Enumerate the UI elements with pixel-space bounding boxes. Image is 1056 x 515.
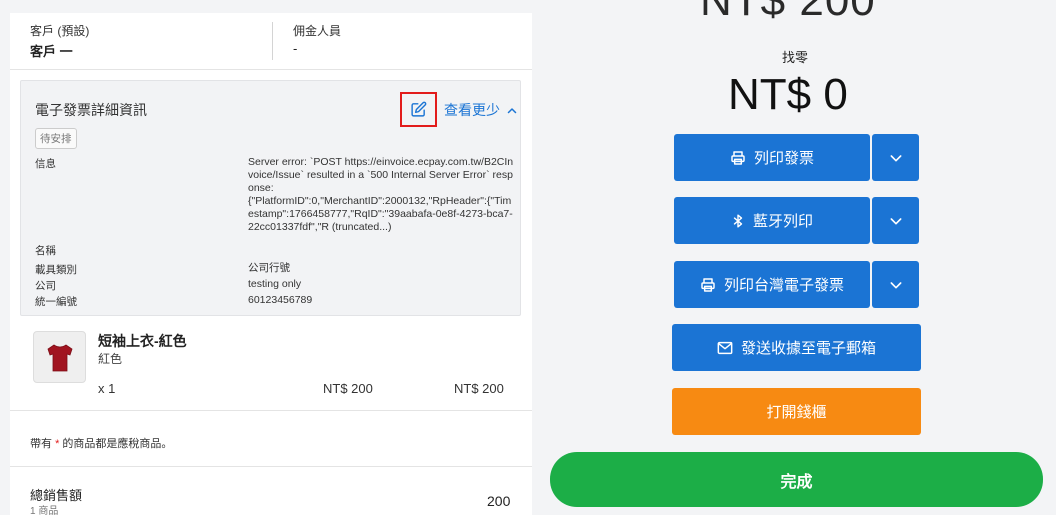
print-receipt-label: 列印發票	[753, 150, 814, 167]
product-variant: 紅色	[98, 352, 123, 366]
einvoice-details-card: 電子發票詳細資訊 查看更少 待安排 信息 Server error: `POST…	[20, 80, 521, 316]
product-thumbnail	[33, 331, 86, 383]
status-badge: 待安排	[35, 128, 77, 149]
print-tw-einvoice-button[interactable]: 列印台灣電子發票	[674, 261, 870, 308]
info-label: 信息	[35, 158, 56, 170]
printer-icon	[700, 277, 716, 293]
total-sales-value: 200	[487, 493, 511, 509]
divider	[10, 69, 532, 70]
show-less-label: 查看更少	[444, 102, 500, 118]
product-name: 短袖上衣-紅色	[98, 333, 187, 349]
item-count: 1 商品	[30, 506, 59, 515]
divider	[10, 410, 532, 411]
mail-icon	[717, 341, 733, 355]
print-tw-einvoice-options-button[interactable]	[872, 261, 919, 308]
email-receipt-label: 發送收據至電子郵箱	[740, 340, 876, 357]
divider	[272, 22, 273, 60]
staff-label: 佣金人員	[293, 24, 342, 38]
staff-value: -	[293, 41, 298, 56]
product-unit-price: NT$ 200	[323, 381, 373, 396]
bluetooth-print-options-button[interactable]	[872, 197, 919, 244]
carrier-type-label: 載具類別	[35, 264, 77, 276]
chevron-down-icon	[890, 154, 901, 161]
einvoice-title: 電子發票詳細資訊	[35, 102, 147, 118]
customer-section: 客戶 (預設) 客戶 一 佣金人員 -	[10, 13, 532, 69]
name-label: 名稱	[35, 245, 56, 257]
customer-block[interactable]: 客戶 (預設) 客戶 一	[30, 22, 89, 60]
paid-amount: NT$ 200	[700, 0, 876, 25]
staff-block[interactable]: 佣金人員 -	[293, 22, 341, 56]
tax-note-suffix: 的商品都是應稅商品。	[59, 438, 173, 450]
company-value: testing only	[248, 278, 302, 290]
print-receipt-button[interactable]: 列印發票	[674, 134, 870, 181]
bluetooth-print-label: 藍牙列印	[752, 213, 813, 230]
tshirt-icon	[47, 344, 73, 372]
printer-icon	[730, 150, 746, 166]
product-line-total: NT$ 200	[454, 381, 504, 396]
bluetooth-print-button[interactable]: 藍牙列印	[674, 197, 870, 244]
change-label: 找零	[782, 50, 809, 65]
divider	[10, 466, 532, 467]
chevron-down-icon	[890, 281, 901, 288]
tax-id-label: 統一編號	[35, 296, 77, 308]
tax-note: 帶有 * 的商品都是應稅商品。	[30, 435, 172, 451]
show-less-toggle[interactable]: 查看更少	[444, 100, 518, 120]
chevron-down-icon	[890, 217, 901, 224]
tax-id-value: 60123456789	[248, 294, 313, 306]
product-quantity: x 1	[98, 381, 116, 396]
company-label: 公司	[35, 280, 56, 292]
carrier-type-value: 公司行號	[248, 262, 290, 274]
bluetooth-icon	[731, 213, 745, 229]
print-tw-einvoice-label: 列印台灣電子發票	[723, 277, 844, 294]
order-details-panel: 客戶 (預設) 客戶 一 佣金人員 - 電子發票詳細資訊 查看更少 待安排 信息…	[10, 13, 532, 515]
email-receipt-button[interactable]: 發送收據至電子郵箱	[672, 324, 921, 371]
done-label: 完成	[780, 473, 813, 491]
edit-icon	[411, 101, 427, 117]
customer-name: 客戶 一	[30, 44, 73, 59]
chevron-up-icon	[507, 108, 517, 114]
customer-label: 客戶 (預設)	[30, 24, 90, 38]
change-amount: NT$ 0	[728, 70, 848, 119]
edit-einvoice-button[interactable]	[400, 92, 437, 127]
tax-note-prefix: 帶有	[30, 438, 56, 450]
info-value: Server error: `POST https://einvoice.ecp…	[248, 156, 514, 233]
open-cash-drawer-label: 打開錢櫃	[766, 404, 827, 421]
open-cash-drawer-button[interactable]: 打開錢櫃	[672, 388, 921, 435]
done-button[interactable]: 完成	[550, 452, 1043, 507]
print-receipt-options-button[interactable]	[872, 134, 919, 181]
